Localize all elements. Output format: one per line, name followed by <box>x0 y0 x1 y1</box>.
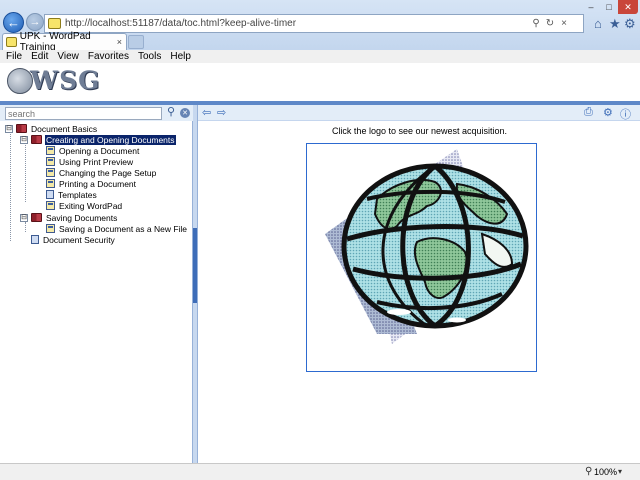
banner: WSG <box>0 63 640 101</box>
search-icon[interactable]: ⚲ <box>167 105 175 118</box>
document-icon <box>46 190 54 199</box>
menu-file[interactable]: File <box>6 51 22 62</box>
tree-item-exiting-wordpad[interactable]: Exiting WordPad <box>46 200 123 211</box>
menu-bar: File Edit View Favorites Tools Help <box>0 50 640 63</box>
logo-text: WSG <box>30 66 101 95</box>
minimize-button[interactable]: – <box>582 0 600 14</box>
status-bar: ⚲ 100% ▾ <box>0 463 640 480</box>
tree-label[interactable]: Opening a Document <box>58 146 140 156</box>
tab-close-icon[interactable]: × <box>117 37 122 47</box>
window-controls: – □ ✕ <box>582 0 638 14</box>
tree-item-document-security[interactable]: Document Security <box>31 234 116 245</box>
menu-edit[interactable]: Edit <box>31 51 48 62</box>
tree-label[interactable]: Document Basics <box>30 124 98 134</box>
book-icon <box>31 213 42 222</box>
tree-item-save-as-new[interactable]: Saving a Document as a New File <box>46 223 188 234</box>
tree-label[interactable]: Saving a Document as a New File <box>58 224 188 234</box>
globe-logo-image[interactable] <box>306 143 537 372</box>
search-row: ⚲ ✕ <box>0 105 193 121</box>
collapse-toggle-icon[interactable]: ⊟ <box>20 135 28 144</box>
help-icon[interactable]: ⓘ <box>620 106 631 122</box>
settings-icon[interactable]: ⚙ <box>603 106 613 119</box>
menu-favorites[interactable]: Favorites <box>88 51 129 62</box>
tree-label[interactable]: Saving Documents <box>45 213 118 223</box>
page-favicon-icon <box>48 18 61 29</box>
gear-icon[interactable]: ⚙ <box>624 16 636 32</box>
tree-item-saving-documents[interactable]: ⊟ Saving Documents <box>20 212 118 223</box>
globe-illustration <box>325 149 529 344</box>
stop-icon[interactable]: × <box>557 15 571 32</box>
address-url[interactable]: http://localhost:51187/data/toc.html?kee… <box>65 18 296 29</box>
topic-icon <box>46 157 55 166</box>
tree-connector <box>25 142 26 202</box>
tree-item-printing[interactable]: Printing a Document <box>46 178 137 189</box>
forward-arrow-icon: → <box>29 16 41 28</box>
back-button[interactable]: ← <box>3 12 24 33</box>
topic-icon <box>46 168 55 177</box>
new-tab-button[interactable] <box>128 35 144 49</box>
menu-help[interactable]: Help <box>170 51 191 62</box>
search-input[interactable] <box>5 107 162 120</box>
previous-arrow-icon[interactable]: ⇦ <box>202 106 211 119</box>
browser-tab[interactable]: UPK - WordPad Training × <box>2 31 127 53</box>
tree-item-page-setup[interactable]: Changing the Page Setup <box>46 167 157 178</box>
refresh-icon[interactable]: ↻ <box>543 15 557 32</box>
next-arrow-icon[interactable]: ⇨ <box>217 106 226 119</box>
tree-label[interactable]: Templates <box>57 190 98 200</box>
chevron-down-icon[interactable]: ▾ <box>618 467 622 476</box>
content-caption: Click the logo to see our newest acquisi… <box>331 126 508 136</box>
tree-connector <box>25 222 26 232</box>
tree-item-opening-document[interactable]: Opening a Document <box>46 145 140 156</box>
book-icon <box>16 124 27 133</box>
topic-icon <box>46 224 55 233</box>
tree-label-selected[interactable]: Creating and Opening Documents <box>45 134 176 145</box>
tree-item-print-preview[interactable]: Using Print Preview <box>46 156 134 167</box>
topic-icon <box>46 179 55 188</box>
home-icon[interactable]: ⌂ <box>594 16 602 31</box>
document-icon <box>31 235 39 244</box>
menu-view[interactable]: View <box>57 51 79 62</box>
tree-label[interactable]: Changing the Page Setup <box>58 168 157 178</box>
back-arrow-icon: ← <box>7 15 20 30</box>
tree-label[interactable]: Printing a Document <box>58 179 137 189</box>
collapse-toggle-icon[interactable]: ⊟ <box>5 124 13 133</box>
content-toolbar: ⇦ ⇨ ⎙ ⚙ ⓘ <box>198 105 640 121</box>
collapse-toggle-icon[interactable]: ⊟ <box>20 213 28 222</box>
browser-chrome: ← → http://localhost:51187/data/toc.html… <box>0 0 640 53</box>
tree-item-document-basics[interactable]: ⊟ Document Basics <box>5 123 98 134</box>
forward-button[interactable]: → <box>26 13 44 31</box>
tab-favicon-icon <box>6 37 17 47</box>
tree-label[interactable]: Document Security <box>42 235 116 245</box>
toc-panel: ⚲ ✕ ⊟ Document Basics ⊟ Creating and Ope… <box>0 105 193 463</box>
search-dropdown-icon[interactable]: ⚲ <box>529 15 543 32</box>
favorites-star-icon[interactable]: ★ <box>609 16 621 32</box>
content-panel: ⇦ ⇨ ⎙ ⚙ ⓘ Click the logo to see our newe… <box>197 105 640 463</box>
tree-item-creating-opening[interactable]: ⊟ Creating and Opening Documents <box>20 134 176 145</box>
maximize-button[interactable]: □ <box>600 0 618 14</box>
tree-connector <box>10 131 11 241</box>
zoom-level[interactable]: 100% <box>594 467 617 477</box>
topic-icon <box>46 146 55 155</box>
close-window-button[interactable]: ✕ <box>618 0 638 14</box>
tree-label[interactable]: Exiting WordPad <box>58 201 123 211</box>
tree-label[interactable]: Using Print Preview <box>58 157 134 167</box>
print-icon[interactable]: ⎙ <box>584 106 593 119</box>
zoom-icon[interactable]: ⚲ <box>585 466 592 477</box>
clear-search-icon[interactable]: ✕ <box>180 108 190 118</box>
book-icon <box>31 135 42 144</box>
topic-icon <box>46 201 55 210</box>
tree-item-templates[interactable]: Templates <box>46 189 98 200</box>
menu-tools[interactable]: Tools <box>138 51 161 62</box>
